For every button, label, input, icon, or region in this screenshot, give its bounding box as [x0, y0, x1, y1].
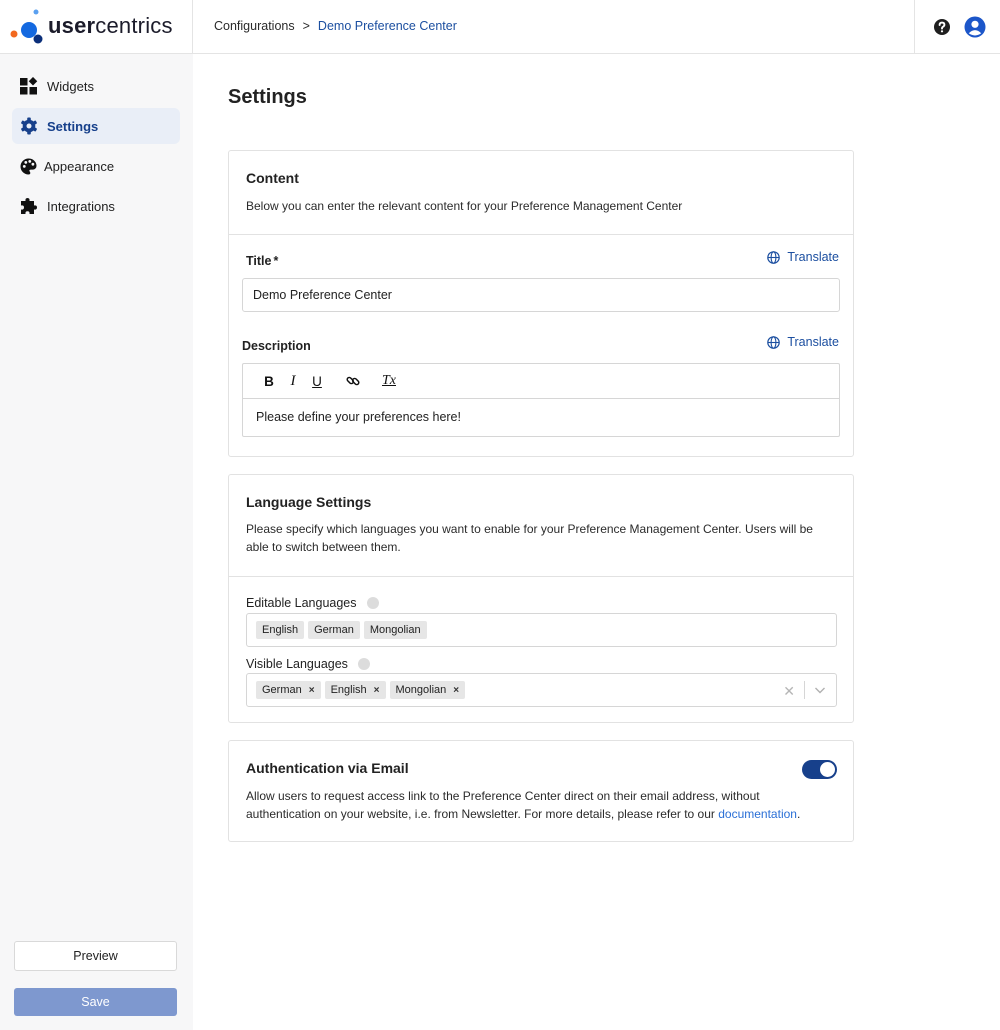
widgets-icon	[19, 76, 39, 96]
breadcrumb-configurations[interactable]: Configurations	[214, 19, 295, 33]
link-button[interactable]	[341, 371, 365, 391]
editable-languages-field[interactable]: English German Mongolian	[246, 613, 837, 647]
breadcrumb-separator: >	[302, 19, 310, 33]
language-card-title: Language Settings	[246, 494, 372, 510]
content-card-title: Content	[246, 170, 299, 186]
remove-tag-icon[interactable]: ×	[374, 685, 380, 696]
title-translate-link[interactable]: Translate	[767, 250, 839, 264]
description-field-label: Description	[242, 339, 311, 353]
remove-tag-icon[interactable]: ×	[309, 685, 315, 696]
visible-languages-select[interactable]: German × English × Mongolian × ✕	[246, 673, 837, 707]
title-input[interactable]: Demo Preference Center	[242, 278, 840, 312]
sidebar-item-label: Appearance	[44, 158, 115, 174]
title-field-label: Title *	[246, 254, 279, 268]
breadcrumb-current: Demo Preference Center	[317, 19, 457, 33]
auth-card-description: Allow users to request access link to th…	[246, 789, 801, 821]
logo-mark-icon	[10, 9, 43, 44]
usercentrics-logo[interactable]: usercentrics	[10, 8, 180, 46]
card-divider	[229, 576, 853, 577]
help-icon[interactable]	[933, 18, 951, 36]
email-auth-toggle[interactable]	[802, 760, 837, 779]
clear-format-button[interactable]: Tx	[377, 371, 401, 391]
language-tag: English	[256, 621, 305, 639]
breadcrumb: Configurations > Demo Preference Center	[214, 19, 457, 33]
language-tag: Mongolian	[363, 621, 427, 639]
palette-icon	[18, 156, 38, 176]
sidebar: Widgets Settings Appearance Integrations…	[0, 54, 193, 1030]
language-tag: English ×	[324, 681, 386, 699]
remove-tag-icon[interactable]: ×	[453, 685, 459, 696]
header-divider	[192, 0, 193, 54]
globe-icon	[767, 335, 781, 349]
language-tag: German ×	[256, 681, 321, 699]
auth-card-title: Authentication via Email	[246, 760, 409, 776]
sidebar-item-widgets[interactable]: Widgets	[12, 68, 180, 104]
sidebar-item-appearance[interactable]: Appearance	[12, 148, 180, 184]
editor-toolbar: B I U Tx	[243, 364, 839, 399]
sidebar-item-integrations[interactable]: Integrations	[12, 188, 180, 224]
description-editor[interactable]: B I U Tx Please define your preferences …	[242, 363, 840, 437]
preview-button[interactable]: Preview	[14, 941, 177, 971]
language-card-description: Please specify which languages you want …	[246, 522, 813, 554]
chevron-down-icon[interactable]	[813, 683, 827, 697]
sidebar-item-label: Widgets	[47, 78, 94, 94]
clear-format-icon: Tx	[382, 373, 396, 388]
sidebar-item-label: Integrations	[47, 198, 115, 214]
language-tag: Mongolian ×	[389, 681, 466, 699]
description-translate-link[interactable]: Translate	[767, 335, 839, 349]
info-icon[interactable]	[357, 658, 370, 670]
select-separator	[804, 681, 805, 699]
top-header: usercentrics Configurations > Demo Prefere…	[0, 0, 1000, 54]
page-title: Settings	[228, 86, 307, 108]
bold-button[interactable]: B	[257, 371, 281, 391]
description-editor-content[interactable]: Please define your preferences here!	[243, 399, 839, 435]
underline-button[interactable]: U	[305, 371, 329, 391]
content-card-description: Below you can enter the relevant content…	[246, 199, 683, 213]
logo-text: usercentrics	[48, 13, 173, 38]
sidebar-item-settings[interactable]: Settings	[12, 108, 180, 144]
link-icon	[346, 376, 360, 386]
clear-all-icon[interactable]: ✕	[783, 683, 795, 700]
save-button[interactable]: Save	[14, 988, 177, 1016]
globe-icon	[767, 250, 781, 264]
content-card: Content Below you can enter the relevant…	[228, 150, 854, 457]
documentation-link[interactable]: documentation	[718, 807, 797, 821]
visible-languages-label: Visible Languages	[246, 657, 370, 671]
info-icon[interactable]	[366, 597, 379, 609]
toggle-knob	[820, 762, 835, 777]
language-tag: German	[308, 621, 360, 639]
editable-languages-label: Editable Languages	[246, 596, 379, 610]
gear-icon	[19, 116, 39, 136]
authentication-card: Authentication via Email Allow users to …	[228, 740, 854, 842]
card-divider	[229, 234, 853, 235]
user-avatar-icon[interactable]	[964, 16, 986, 38]
sidebar-item-label: Settings	[47, 118, 99, 134]
header-divider-right	[914, 0, 915, 54]
italic-button[interactable]: I	[281, 371, 305, 391]
language-settings-card: Language Settings Please specify which l…	[228, 474, 854, 723]
puzzle-icon	[19, 196, 39, 216]
